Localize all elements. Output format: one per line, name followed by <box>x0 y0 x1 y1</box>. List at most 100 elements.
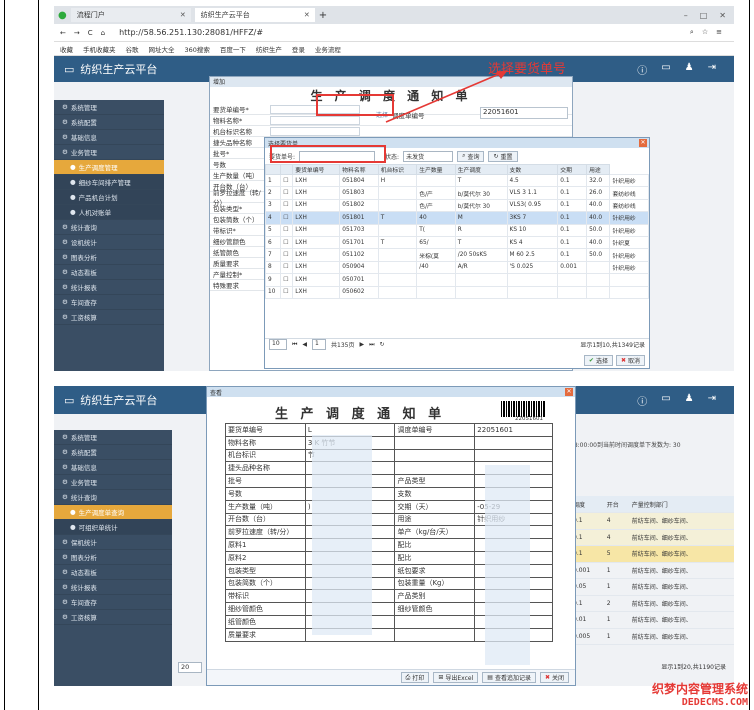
page-input[interactable]: 1 <box>312 339 327 350</box>
print-button[interactable]: ⎙ 打印 <box>400 672 430 683</box>
row-checkbox[interactable]: ☐ <box>280 198 294 213</box>
info-icon[interactable]: ⓘ <box>637 393 647 408</box>
table-row[interactable]: 0.1 2 前纺车间、细纱车间、 <box>570 595 734 612</box>
table-row[interactable]: 9 ☐ LXH 050701 <box>264 273 649 287</box>
row-checkbox[interactable]: ☐ <box>280 186 294 200</box>
table-row[interactable]: 0.1 4 前纺车间、细纱车间、 <box>570 529 734 546</box>
row-checkbox[interactable]: ☐ <box>280 260 294 275</box>
table-row[interactable]: 3 ☐ LXH 051802 色/产 b/莫代尔 30 VLS3( 0.95 0.1 40.0 套… <box>264 198 649 213</box>
table-row[interactable]: 8 ☐ LXH 050904/40 A/R 'S 0.025 0.001 针织用纱 <box>264 260 649 275</box>
browser-tab-active[interactable]: 纺织生产云平台 ✕ <box>194 8 315 22</box>
row-checkbox[interactable]: ☐ <box>280 223 294 237</box>
table-row[interactable]: 2 ☐ LXH 051803 色/产 b/莫代尔 30 VLS 3 1.1 0.1 26.0 套纺… <box>264 186 649 200</box>
page-size-select[interactable]: 20 <box>178 662 202 673</box>
sidebar-item[interactable]: ⚙ 动态看板 <box>54 565 172 580</box>
sidebar-item[interactable]: ⚙ 工资核算 <box>54 310 164 325</box>
column-header[interactable]: 机台标识 <box>377 164 418 175</box>
table-row[interactable]: 4 ☐ LXH 051801 T 40 M 3KS 7 0.1 40.0 针织用纱 <box>264 211 649 225</box>
table-row[interactable]: 0.05 1 前纺车间、细纱车间、 <box>570 578 734 596</box>
prev-page-icon[interactable]: ◀ <box>302 341 307 348</box>
sidebar-item[interactable]: ⚙ 设机统计 <box>54 235 164 250</box>
column-header[interactable]: 用途 <box>586 164 611 175</box>
new-tab-icon[interactable]: + <box>319 10 327 21</box>
column-header[interactable]: 支数 <box>506 164 559 175</box>
first-page-icon[interactable]: ⏮ <box>292 341 297 349</box>
close-button[interactable]: ✖ 关闭 <box>539 672 569 683</box>
sidebar-item[interactable]: ⚙ 系统管理 <box>54 430 172 445</box>
menu-icon[interactable]: ≡ <box>716 28 722 37</box>
column-header[interactable]: 要货单编号 <box>292 164 341 175</box>
row-checkbox[interactable]: ☐ <box>280 173 294 188</box>
sidebar-item[interactable]: ⚙ 系统配置 <box>54 445 172 460</box>
bookmark-item[interactable]: 百度一下 <box>220 44 246 54</box>
forward-icon[interactable]: → <box>74 29 80 37</box>
table-row[interactable]: 0.1 5 前纺车间、细纱车间、 <box>570 545 734 563</box>
sidebar-item[interactable]: ● 生产调度单查询 <box>54 505 172 520</box>
field-input[interactable] <box>270 126 360 136</box>
sidebar-item[interactable]: ⚙ 统计报表 <box>54 580 172 595</box>
reset-button[interactable]: ↻ 重置 <box>488 150 518 162</box>
sidebar-item[interactable]: ⚙ 保机统计 <box>54 535 172 550</box>
close-icon[interactable]: ✕ <box>180 11 186 19</box>
sidebar-item[interactable]: ⚙ 基础信息 <box>54 460 172 475</box>
confirm-select-button[interactable]: ✔ 选择 <box>583 355 613 366</box>
refresh-icon[interactable]: ↻ <box>380 341 385 348</box>
info-icon[interactable]: ⓘ <box>637 62 647 77</box>
export-excel-button[interactable]: ⊞ 导出Excel <box>433 672 479 683</box>
table-row[interactable]: 0.001 1 前纺车间、细纱车间、 <box>570 562 734 579</box>
close-icon[interactable]: ✕ <box>565 388 573 396</box>
close-window-icon[interactable]: ✕ <box>719 11 726 20</box>
logout-icon[interactable]: ⇥ <box>708 62 716 77</box>
cancel-button[interactable]: ✖ 取消 <box>615 355 645 366</box>
row-checkbox[interactable]: ☐ <box>280 248 294 262</box>
sidebar-item[interactable]: ⚙ 车间查存 <box>54 295 164 310</box>
search-icon[interactable]: ⌕ <box>690 28 694 37</box>
sidebar-item[interactable]: ⚙ 统计查询 <box>54 220 164 235</box>
table-row[interactable]: 5 ☐ LXH 051703 T(R KS 10 0.1 50.0 针织用纱 <box>264 223 649 237</box>
column-header[interactable]: 开台 <box>603 496 629 513</box>
column-header[interactable]: 交期 <box>557 164 588 175</box>
column-header[interactable]: 生产调度 <box>454 164 508 175</box>
sidebar-item[interactable]: ⚙ 工资核算 <box>54 610 172 625</box>
page-size-select[interactable]: 10 <box>269 339 287 350</box>
user-icon[interactable]: ♟ <box>685 393 694 408</box>
table-row[interactable]: 7 ☐ LXH 051102 米棕(莫/20 50sKS M 60 2.5 0.1 50.0 针… <box>264 248 649 262</box>
refresh-icon[interactable]: C <box>88 29 93 37</box>
monitor-icon[interactable]: ▭ <box>661 393 670 408</box>
sidebar-item[interactable]: ⚙ 统计查询 <box>54 490 172 505</box>
table-row[interactable]: 0.005 1 前纺车间、细纱车间、 <box>570 628 734 645</box>
bookmark-item[interactable]: 网址大全 <box>149 44 175 54</box>
sidebar-item[interactable]: ⚙ 系统管理 <box>54 100 164 115</box>
sidebar-item[interactable]: ● 生产调度管理 <box>54 160 164 175</box>
browser-tab[interactable]: 流程门户 ✕ <box>70 8 191 22</box>
close-icon[interactable]: ✕ <box>304 11 310 19</box>
column-header[interactable]: 生产数量 <box>416 164 456 175</box>
field-input[interactable] <box>270 115 360 125</box>
bookmark-item[interactable]: 纺织生产 <box>256 44 282 54</box>
close-icon[interactable]: ✕ <box>639 139 647 147</box>
last-page-icon[interactable]: ⏭ <box>369 341 374 349</box>
bookmark-item[interactable]: 业务流程 <box>315 44 341 54</box>
table-row[interactable]: 6 ☐ LXH 051701 T 65/T KS 4 0.1 40.0 针织夏 <box>264 235 649 250</box>
logout-icon[interactable]: ⇥ <box>708 393 716 408</box>
bookmark-item[interactable]: 谷歌 <box>126 44 139 54</box>
sidebar-item[interactable]: ⚙ 基础信息 <box>54 130 164 145</box>
sidebar-item[interactable]: ● 可组织单统计 <box>54 520 172 535</box>
sidebar-item[interactable]: ⚙ 业务管理 <box>54 145 164 160</box>
column-header[interactable]: 物料名称 <box>339 164 379 175</box>
sidebar-item[interactable]: ● 细纱车间排产管理 <box>54 175 164 190</box>
sidebar-item[interactable]: ⚙ 统计报表 <box>54 280 164 295</box>
sidebar-item[interactable]: ⚙ 图表分析 <box>54 550 172 565</box>
home-icon[interactable]: ⌂ <box>101 29 105 37</box>
sidebar-item[interactable]: ● 人机对账单 <box>54 205 164 220</box>
column-header[interactable]: 产量控制部门 <box>628 496 734 513</box>
sidebar-item[interactable]: ⚙ 图表分析 <box>54 250 164 265</box>
view-append-button[interactable]: ▤ 查看追加记录 <box>482 672 536 683</box>
row-checkbox[interactable]: ☐ <box>280 211 294 225</box>
table-row[interactable]: 0.01 1 前纺车间、细纱车间、 <box>570 611 734 629</box>
bookmark-item[interactable]: 登录 <box>292 44 305 54</box>
row-checkbox[interactable]: ☐ <box>280 285 294 299</box>
query-button[interactable]: ⌕ 查询 <box>457 150 485 162</box>
maximize-icon[interactable]: □ <box>700 11 708 20</box>
table-row[interactable]: 1 ☐ LXH 051804 H T 4.5 0.1 32.0 针织用纱 <box>264 173 649 188</box>
